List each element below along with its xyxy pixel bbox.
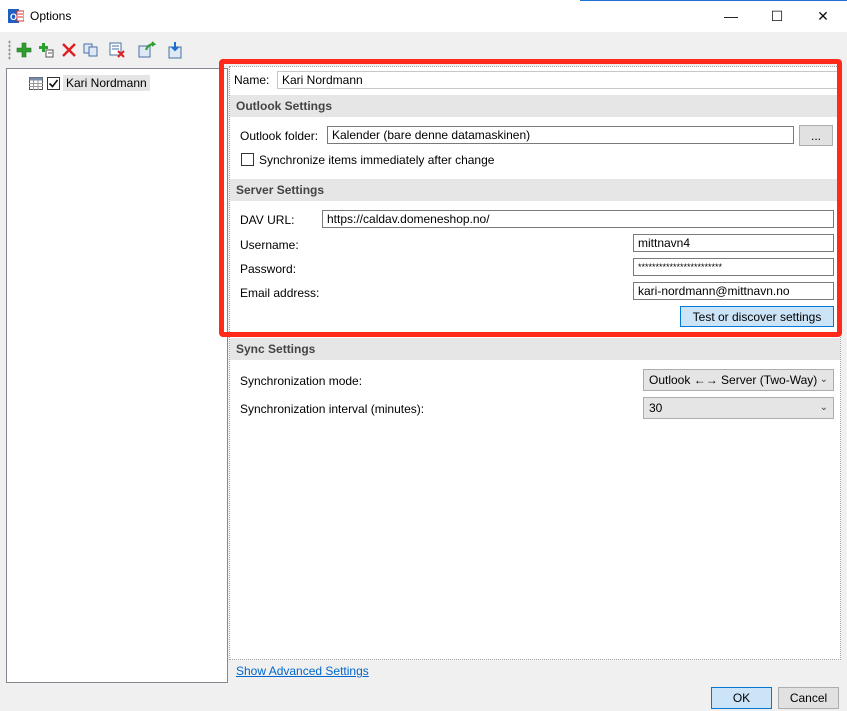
profile-enabled-checkbox[interactable] (47, 76, 60, 90)
outlook-settings-heading: Outlook Settings (230, 95, 840, 117)
sync-mode-select[interactable]: Outlook ←→ Server (Two-Way) ⌄ (643, 369, 834, 391)
import-icon (168, 42, 182, 59)
svg-text:O: O (10, 12, 17, 22)
close-button[interactable]: ✕ (800, 0, 846, 32)
name-field[interactable]: Kari Nordmann (277, 71, 838, 89)
cancel-button[interactable]: Cancel (778, 687, 839, 709)
window-title: Options (30, 9, 72, 23)
add-profile-button[interactable] (14, 40, 34, 60)
add-multiple-icon (39, 43, 54, 58)
sync-interval-label: Synchronization interval (minutes): (240, 402, 425, 416)
password-field[interactable]: ************************ (633, 258, 834, 276)
chevron-down-icon: ⌄ (819, 374, 828, 385)
outlook-folder-label: Outlook folder: (240, 129, 319, 143)
minimize-button[interactable]: — (708, 0, 754, 32)
sync-interval-value: 30 (649, 401, 663, 415)
outlook-caldav-icon: O (8, 9, 24, 23)
toolbar-grip[interactable] (8, 40, 11, 60)
close-icon: ✕ (817, 7, 829, 24)
calendar-icon (29, 76, 43, 90)
dav-url-field[interactable]: https://caldav.domeneshop.no/ (322, 210, 834, 228)
sync-immediately-label: Synchronize items immediately after chan… (259, 153, 495, 167)
email-field[interactable]: kari-nordmann@mittnavn.no (633, 282, 834, 300)
export-button[interactable] (137, 40, 157, 60)
server-settings-heading: Server Settings (230, 179, 840, 201)
add-icon (16, 42, 32, 58)
sync-mode-label: Synchronization mode: (240, 374, 363, 388)
ok-button[interactable]: OK (711, 687, 772, 709)
tree-item-label: Kari Nordmann (63, 75, 150, 91)
sync-immediately-checkbox[interactable] (241, 153, 254, 166)
username-label: Username: (240, 238, 299, 252)
delete-profile-button[interactable] (59, 40, 79, 60)
outlook-folder-field[interactable]: Kalender (bare denne datamaskinen) (327, 126, 794, 144)
copy-profile-button[interactable] (81, 40, 101, 60)
chevron-down-icon: ⌄ (819, 402, 828, 413)
delete-icon (62, 43, 76, 57)
clear-cache-button[interactable] (107, 40, 127, 60)
email-label: Email address: (240, 286, 320, 300)
title-bar: O Options — ☐ ✕ (0, 0, 847, 32)
browse-folder-button[interactable]: ... (799, 125, 833, 146)
export-icon (138, 41, 156, 58)
sync-settings-heading: Sync Settings (230, 338, 840, 360)
name-label: Name: (234, 73, 270, 87)
copy-icon (83, 43, 98, 57)
checkmark-icon (48, 79, 59, 88)
username-field[interactable]: mittnavn4 (633, 234, 834, 252)
clear-cache-icon (109, 42, 125, 58)
minimize-icon: — (724, 8, 738, 24)
sync-interval-select[interactable]: 30 ⌄ (643, 397, 834, 419)
maximize-icon: ☐ (770, 7, 784, 24)
sync-mode-value: Outlook ←→ Server (Two-Way) (649, 373, 818, 387)
profile-tree[interactable]: Kari Nordmann (6, 68, 228, 683)
show-advanced-settings-link[interactable]: Show Advanced Settings (236, 664, 369, 678)
settings-panel: Name: Kari Nordmann Outlook Settings Out… (229, 66, 841, 660)
test-settings-button[interactable]: Test or discover settings (680, 306, 834, 327)
tree-item-profile[interactable]: Kari Nordmann (29, 75, 150, 91)
toolbar (0, 34, 260, 66)
maximize-button[interactable]: ☐ (754, 0, 800, 32)
add-multiple-profiles-button[interactable] (37, 40, 57, 60)
dav-url-label: DAV URL: (240, 213, 295, 227)
import-button[interactable] (165, 40, 185, 60)
password-label: Password: (240, 262, 297, 276)
